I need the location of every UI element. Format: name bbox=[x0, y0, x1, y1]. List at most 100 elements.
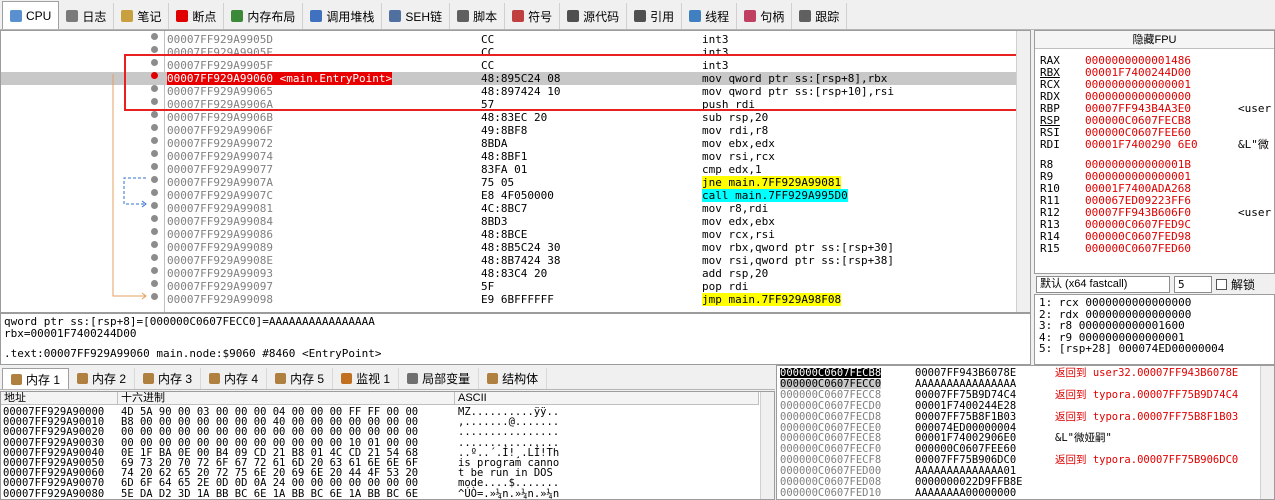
registers-panel[interactable]: 隐藏FPU RAX 0000000000001486 RBX 00001F740024… bbox=[1034, 30, 1275, 274]
hex-address: 00007FF929A90020 bbox=[3, 426, 105, 439]
disasm-instruction: mov r8,rdi bbox=[702, 202, 769, 215]
disasm-bytes: CC bbox=[481, 33, 495, 46]
disasm-bytes: 75 05 bbox=[481, 176, 515, 189]
disassembly-scrollbar[interactable] bbox=[1016, 31, 1030, 312]
stack-address: 000000C0607FED08 bbox=[780, 476, 882, 488]
register-value[interactable]: 00001F7400290 6E0 bbox=[1085, 139, 1198, 151]
tab-handles[interactable]: 句柄 bbox=[737, 3, 793, 29]
hex-header-address: 地址 bbox=[1, 392, 118, 405]
stack-address: 000000C0607FECC0 bbox=[780, 377, 882, 390]
stack-scrollbar[interactable] bbox=[1260, 366, 1274, 499]
tab-label: SEH链 bbox=[405, 9, 443, 24]
dump-tab-8[interactable]: 结构体 bbox=[479, 368, 548, 389]
source-icon bbox=[567, 10, 580, 22]
unlock-checkbox[interactable] bbox=[1216, 278, 1227, 290]
disasm-address: 00007FF929A9907A bbox=[167, 176, 273, 189]
tab-log[interactable]: 日志 bbox=[59, 3, 115, 29]
memory-dump-panel[interactable]: 地址 十六进制 ASCII 00007FF929A90000 4D 5A 90 0… bbox=[0, 391, 775, 500]
breakpoint-icon bbox=[176, 10, 189, 22]
script-icon bbox=[457, 10, 470, 22]
disasm-address: 00007FF929A99093 bbox=[167, 267, 273, 280]
stack-comment: 返回到 user32.00007FF943B6078E bbox=[1055, 367, 1239, 379]
stack-address: 000000C0607FED00 bbox=[780, 465, 882, 478]
dump-tab-label: 内存 4 bbox=[224, 372, 259, 386]
arguments-panel: 1: rcx 0000000000000000 2: rdx 0000000000… bbox=[1034, 294, 1275, 365]
stack-value: 000000C0607FEE60 bbox=[915, 443, 1017, 456]
disasm-bytes: 48:8BF1 bbox=[481, 150, 528, 163]
tab-call-stack[interactable]: 调用堆栈 bbox=[303, 3, 383, 29]
dump-tab-3[interactable]: 内存 3 bbox=[135, 368, 202, 389]
arg-count-spinner[interactable]: 5 bbox=[1174, 275, 1212, 293]
calling-convention-select[interactable]: 默认 (x64 fastcall) bbox=[1036, 275, 1170, 293]
disasm-instruction: mov ebx,edx bbox=[702, 137, 775, 150]
tab-script[interactable]: 脚本 bbox=[450, 3, 506, 29]
dump-tab-4[interactable]: 内存 4 bbox=[201, 368, 268, 389]
tab-seh-chain[interactable]: SEH链 bbox=[382, 3, 451, 29]
stack-value: 000074ED00000004 bbox=[915, 421, 1017, 434]
disasm-bytes: 48:8B5C24 30 bbox=[481, 241, 561, 254]
tab-source[interactable]: 源代码 bbox=[560, 3, 628, 29]
disasm-address: 00007FF929A9907C bbox=[167, 189, 273, 202]
memory-icon bbox=[275, 373, 287, 384]
tab-symbols[interactable]: 符号 bbox=[505, 3, 561, 29]
log-icon bbox=[66, 10, 79, 22]
hex-header-ascii: ASCII bbox=[455, 392, 759, 405]
handles-icon bbox=[744, 10, 757, 22]
dump-tab-2[interactable]: 内存 2 bbox=[69, 368, 136, 389]
tab-references[interactable]: 引用 bbox=[627, 3, 683, 29]
disasm-bytes: E9 6BFFFFFF bbox=[481, 293, 554, 306]
disasm-instruction: mov rsi,rcx bbox=[702, 150, 775, 163]
stack-address: 000000C0607FECC8 bbox=[780, 388, 882, 401]
memory-dump-scrollbar[interactable] bbox=[760, 392, 774, 499]
stack-value: 00007FF943B6078E bbox=[915, 367, 1017, 379]
stack-value: 00007FF75B906DC0 bbox=[915, 454, 1017, 467]
tab-threads[interactable]: 线程 bbox=[682, 3, 738, 29]
stack-address: 000000C0607FECE0 bbox=[780, 421, 882, 434]
register-value[interactable]: 000000C0607FED60 bbox=[1085, 243, 1191, 255]
dump-tab-5[interactable]: 内存 5 bbox=[267, 368, 334, 389]
tab-label: 调用堆栈 bbox=[326, 9, 375, 24]
stack-value: AAAAAAAAAAAAAAAA bbox=[915, 377, 1017, 390]
disasm-instruction: pop rdi bbox=[702, 280, 749, 293]
hex-ascii: ^ÚÒ=.»¼n.»¼n.»¼n bbox=[458, 487, 560, 500]
memory-icon bbox=[11, 373, 22, 385]
dump-tab-7[interactable]: 局部变量 bbox=[399, 368, 480, 389]
hex-address: 00007FF929A90070 bbox=[3, 477, 105, 490]
stack-comment: &L"微娅嗣" bbox=[1055, 432, 1112, 445]
dump-tab-bar: 内存 1 内存 2 内存 3 内存 4 内存 5 监视 1 局部变量 结构体 bbox=[0, 367, 775, 390]
stack-comment: 返回到 typora.00007FF75B9D74C4 bbox=[1055, 388, 1239, 401]
register-name: RDI bbox=[1040, 138, 1060, 151]
disasm-bytes: 48:8B7424 38 bbox=[481, 254, 561, 267]
tab-cpu[interactable]: CPU bbox=[2, 1, 60, 29]
dump-tab-label: 结构体 bbox=[502, 372, 539, 386]
stack-value: 00001F7400244E28 bbox=[915, 399, 1017, 412]
stack-comment: 返回到 typora.00007FF75B906DC0 bbox=[1055, 454, 1239, 467]
stack-value: 0000000022D9FFB8E bbox=[915, 476, 1023, 488]
disasm-bytes: 8BD3 bbox=[481, 215, 508, 228]
tab-label: 笔记 bbox=[137, 9, 162, 24]
tab-memory-map[interactable]: 内存布局 bbox=[224, 3, 304, 29]
tab-label: 跟踪 bbox=[815, 9, 840, 24]
watch-icon bbox=[341, 373, 353, 384]
disasm-instruction: mov rcx,rsi bbox=[702, 228, 775, 241]
hide-fpu-button[interactable]: 隐藏FPU bbox=[1035, 31, 1274, 49]
dump-tab-label: 内存 3 bbox=[158, 372, 193, 386]
tab-breakpoint[interactable]: 断点 bbox=[169, 3, 225, 29]
disassembly-panel[interactable]: 00007FF929A9905D CC int3 00007FF929A9905E CC… bbox=[0, 30, 1031, 313]
seh-chain-icon bbox=[389, 10, 402, 22]
locals-icon bbox=[407, 373, 419, 384]
disasm-address: 00007FF929A99072 bbox=[167, 137, 273, 150]
argument-row: 3: r8 0000000000001600 bbox=[1039, 319, 1185, 332]
memory-icon bbox=[209, 373, 221, 384]
stack-value: 00001F74002906E0 bbox=[915, 432, 1017, 445]
dump-tab-6[interactable]: 监视 1 bbox=[333, 368, 400, 389]
hex-bytes: 5E DA D2 3D 1A BB BC 6E 1A BB BC 6E 1A B… bbox=[121, 487, 419, 500]
dump-tab-1[interactable]: 内存 1 bbox=[2, 368, 70, 389]
symbols-icon bbox=[512, 10, 525, 22]
disasm-instruction: int3 bbox=[702, 33, 729, 46]
tab-trace[interactable]: 跟踪 bbox=[792, 3, 848, 29]
references-icon bbox=[634, 10, 647, 22]
tab-notes[interactable]: 笔记 bbox=[114, 3, 170, 29]
hex-address: 00007FF929A90080 bbox=[3, 487, 105, 500]
stack-panel[interactable]: 000000C0607FECB8 00007FF943B6078E 返回到 user… bbox=[776, 365, 1275, 500]
